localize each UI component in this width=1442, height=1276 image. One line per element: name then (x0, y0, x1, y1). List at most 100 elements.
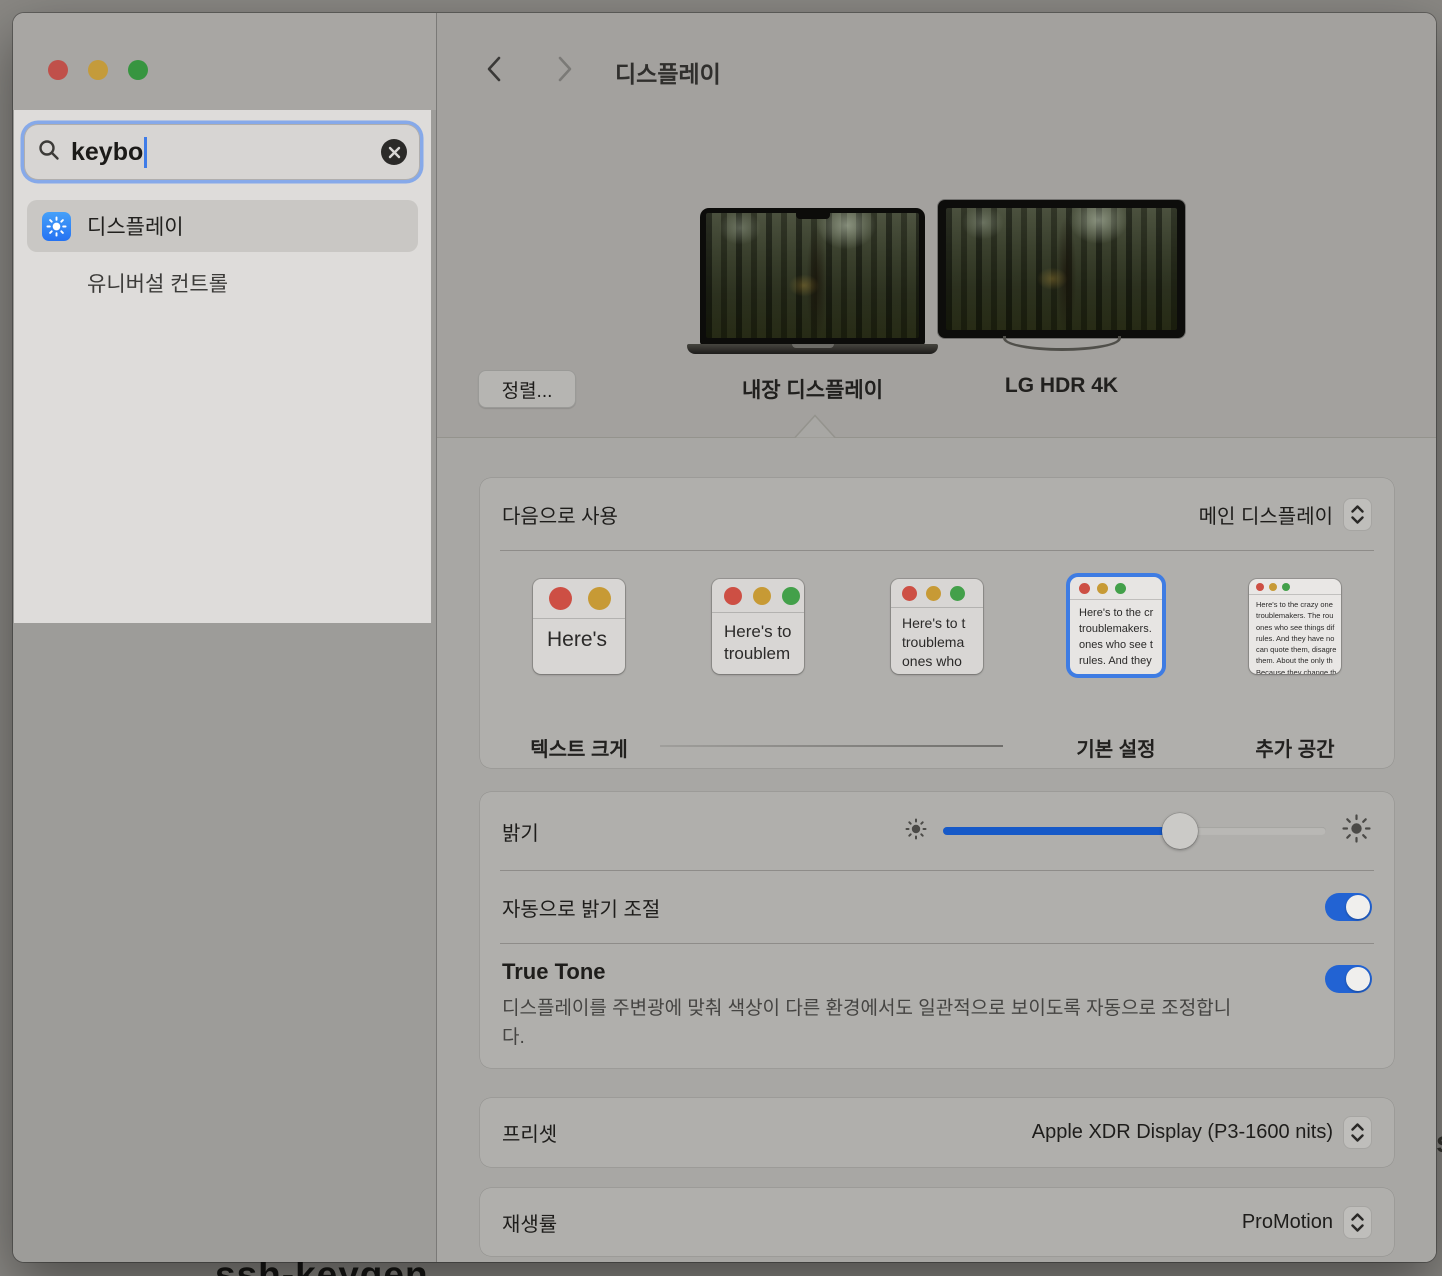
system-settings-window: keybo 디스플레 (13, 13, 1436, 1262)
wallpaper-forest-image (706, 213, 919, 338)
yellow-dot-icon (588, 587, 611, 610)
auto-brightness-toggle[interactable] (1325, 893, 1372, 921)
brightness-low-icon (904, 817, 928, 846)
green-dot-icon (950, 586, 965, 601)
scaling-tick-line (660, 745, 1003, 747)
preset-label: 프리셋 (502, 1118, 557, 1147)
red-dot-icon (549, 587, 572, 610)
arrange-displays-button[interactable]: 정렬... (478, 370, 576, 408)
external-display-name: LG HDR 4K (938, 374, 1185, 398)
text-cursor (144, 137, 147, 168)
page-title: 디스플레이 (615, 55, 721, 89)
mini-window-titlebar (1070, 577, 1162, 600)
scaling-label-default: 기본 설정 (1041, 733, 1191, 762)
toggle-knob (1346, 967, 1370, 991)
monitor-frame (938, 200, 1185, 338)
sidebar: keybo 디스플레 (13, 13, 437, 1262)
yellow-dot-icon (1097, 583, 1108, 594)
forward-button[interactable] (556, 55, 574, 86)
mini-window-text: Here's to troublem (712, 613, 804, 665)
scaling-option-3[interactable]: Here's to t troublema ones who (891, 579, 983, 674)
toggle-knob (1346, 895, 1370, 919)
search-input[interactable]: keybo (24, 124, 420, 180)
builtin-display-name: 내장 디스플레이 (700, 374, 925, 404)
preset-control[interactable]: Apple XDR Display (P3-1600 nits) (1032, 1116, 1372, 1149)
brightness-high-icon (1341, 813, 1372, 849)
display-settings-pane: 디스플레이 내장 디스플레이 LG HDR 4K 정렬... (437, 13, 1436, 1262)
minimize-window-button[interactable] (88, 60, 108, 80)
true-tone-label: True Tone (502, 959, 1247, 985)
scaling-option-2[interactable]: Here's to troublem (712, 579, 804, 674)
scaling-options: Here's Here's to troublem Here's to t tr… (480, 551, 1394, 768)
true-tone-description: 디스플레이를 주변광에 맞춰 색상이 다른 환경에서도 일관적으로 보이도록 자… (502, 994, 1247, 1053)
refresh-rate-row: 재생률 ProMotion (480, 1188, 1394, 1256)
yellow-dot-icon (753, 587, 771, 605)
window-controls (48, 60, 148, 80)
scaling-option-more-space[interactable]: Here's to the crazy one troublemakers. T… (1249, 579, 1341, 674)
search-input-value: keybo (71, 138, 143, 167)
use-as-row: 다음으로 사용 메인 디스플레이 (480, 478, 1394, 550)
green-dot-icon (782, 587, 800, 605)
brightness-label: 밝기 (502, 817, 539, 846)
search-results-panel: keybo 디스플레 (14, 110, 431, 623)
true-tone-row: True Tone 디스플레이를 주변광에 맞춰 색상이 다른 환경에서도 일관… (480, 944, 1394, 1053)
refresh-rate-value: ProMotion (1242, 1211, 1333, 1234)
auto-brightness-label: 자동으로 밝기 조절 (502, 893, 660, 922)
refresh-rate-card: 재생률 ProMotion (480, 1188, 1394, 1256)
red-dot-icon (1256, 583, 1264, 591)
search-result-universal-control[interactable]: 유니버설 컨트롤 (27, 257, 418, 309)
mini-window-text: Here's to the cr troublemakers. ones who… (1070, 600, 1162, 670)
scaling-option-larger-text[interactable]: Here's (533, 579, 625, 674)
true-tone-toggle[interactable] (1325, 965, 1372, 993)
mini-window-text: Here's to the crazy one troublemakers. T… (1249, 595, 1341, 674)
green-dot-icon (1115, 583, 1126, 594)
red-dot-icon (1079, 583, 1090, 594)
laptop-notch (796, 213, 830, 219)
display-brightness-icon (42, 212, 71, 241)
background-partial-text: s (1436, 1126, 1442, 1160)
auto-brightness-row: 자동으로 밝기 조절 (480, 871, 1394, 943)
scaling-label-larger-text: 텍스트 크게 (504, 733, 654, 762)
brightness-fill (943, 827, 1180, 835)
laptop-screen (700, 208, 925, 345)
use-as-control[interactable]: 메인 디스플레이 (1199, 498, 1372, 531)
chevrons-up-down-icon[interactable] (1343, 498, 1372, 531)
search-result-label: 유니버설 컨트롤 (42, 268, 228, 298)
laptop-base (687, 344, 938, 354)
use-as-value: 메인 디스플레이 (1199, 500, 1333, 529)
refresh-rate-label: 재생률 (502, 1208, 557, 1237)
brightness-knob[interactable] (1162, 813, 1198, 849)
scaling-option-default[interactable]: Here's to the cr troublemakers. ones who… (1070, 577, 1162, 674)
search-result-display[interactable]: 디스플레이 (27, 200, 418, 252)
fullscreen-window-button[interactable] (128, 60, 148, 80)
red-dot-icon (902, 586, 917, 601)
yellow-dot-icon (1269, 583, 1277, 591)
mini-window-titlebar (533, 579, 625, 619)
close-window-button[interactable] (48, 60, 68, 80)
use-as-label: 다음으로 사용 (502, 500, 618, 529)
mini-window-text: Here's to t troublema ones who (891, 608, 983, 671)
brightness-row: 밝기 (480, 792, 1394, 870)
external-display-thumbnail[interactable] (938, 200, 1185, 351)
builtin-display-thumbnail[interactable] (700, 208, 925, 354)
chevrons-up-down-icon[interactable] (1343, 1206, 1372, 1239)
back-button[interactable] (485, 55, 503, 86)
scaling-label-more-space: 추가 공간 (1220, 733, 1370, 762)
brightness-card: 밝기 (480, 792, 1394, 1068)
brightness-slider[interactable] (943, 813, 1326, 849)
red-dot-icon (724, 587, 742, 605)
refresh-rate-control[interactable]: ProMotion (1242, 1206, 1372, 1239)
preset-value: Apple XDR Display (P3-1600 nits) (1032, 1121, 1333, 1144)
preset-row: 프리셋 Apple XDR Display (P3-1600 nits) (480, 1098, 1394, 1167)
selected-display-caret (794, 414, 836, 443)
mini-window-text: Here's (533, 619, 625, 653)
chevrons-up-down-icon[interactable] (1343, 1116, 1372, 1149)
green-dot-icon (1282, 583, 1290, 591)
preset-card: 프리셋 Apple XDR Display (P3-1600 nits) (480, 1098, 1394, 1167)
clear-search-button[interactable] (381, 139, 407, 165)
mini-window-titlebar (712, 579, 804, 613)
resolution-card: 다음으로 사용 메인 디스플레이 Here's (480, 478, 1394, 768)
search-result-label: 디스플레이 (87, 211, 184, 241)
mini-window-titlebar (1249, 579, 1341, 595)
search-icon (37, 138, 61, 167)
